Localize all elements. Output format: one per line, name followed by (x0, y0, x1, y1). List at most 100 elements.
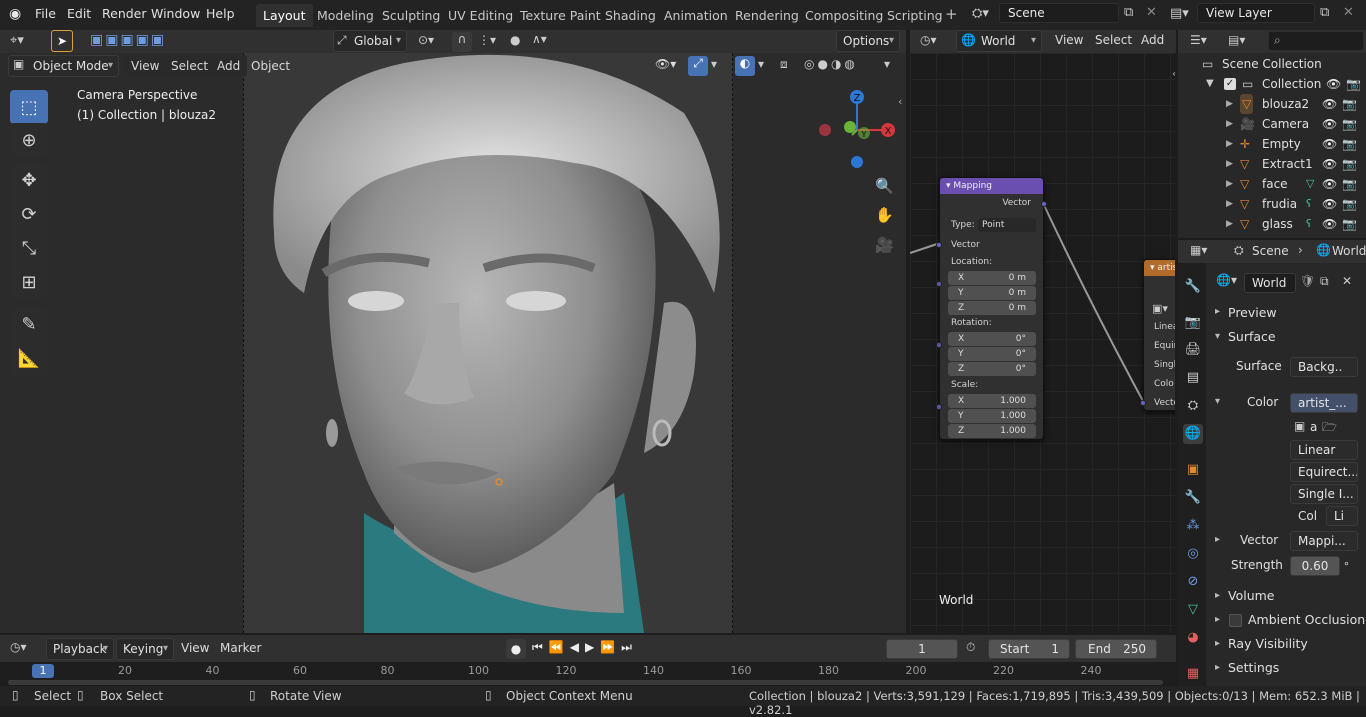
outliner-search-input[interactable] (1268, 31, 1364, 51)
projection-dropdown[interactable]: Equirect... (1290, 462, 1358, 482)
expand-arrow-icon[interactable]: ▶ (1226, 134, 1233, 154)
ray-visibility-expand-icon[interactable]: ▸ (1215, 638, 1220, 649)
output-tab-icon[interactable]: 🖨 (1183, 340, 1203, 360)
tab-shading[interactable]: Shading (598, 4, 663, 27)
outliner-row-face[interactable]: ▶ ▽ face ▽ 👁 📷 (0, 174, 1357, 194)
menu-help[interactable]: Help (206, 6, 235, 21)
expand-arrow-icon[interactable]: ▶ (1226, 194, 1233, 214)
viewport-menu-add[interactable]: Add (210, 55, 248, 77)
outliner-row-camera[interactable]: ▶ 🎥 Camera 👁 📷 (0, 114, 1357, 134)
image-node-row[interactable]: Equir (1154, 341, 1175, 351)
gizmo-dropdown-icon[interactable]: ▾ (711, 57, 717, 71)
image-browse-icon[interactable]: ▣ (1294, 419, 1305, 433)
display-mode-icon[interactable]: ▤▾ (1228, 33, 1245, 47)
node-menu-select[interactable]: Select (1095, 33, 1132, 47)
data-tab-icon[interactable]: ▽ (1183, 600, 1203, 620)
tab-layout[interactable]: Layout (256, 4, 313, 27)
blender-logo-icon[interactable]: ◉ (9, 6, 21, 22)
eye-icon[interactable]: 👁 (1322, 114, 1337, 134)
duplicate-scene-icon[interactable]: ⧉ (1124, 5, 1133, 20)
object-tab-icon[interactable]: ▣ (1183, 460, 1203, 480)
eye-icon[interactable]: 👁 (1322, 174, 1337, 194)
node-menu-view[interactable]: View (1055, 33, 1083, 47)
image-node-header[interactable]: ▾ artis (1144, 260, 1175, 276)
interpolation-dropdown[interactable]: Linear (1290, 440, 1358, 460)
menu-file[interactable]: File (35, 6, 56, 21)
sidebar-toggle-icon[interactable]: ‹ (898, 95, 902, 108)
properties-type-icon[interactable]: ▦▾ (1190, 243, 1207, 257)
scale-x-field[interactable]: X 1.000 (948, 394, 1036, 408)
image-browse-icon[interactable]: ▣▾ (1152, 302, 1168, 315)
render-tab-icon[interactable]: 📷 (1183, 313, 1203, 333)
particles-tab-icon[interactable]: ⁂ (1183, 516, 1203, 536)
settings-panel-header[interactable]: Settings (1228, 660, 1279, 675)
ao-checkbox[interactable] (1229, 614, 1242, 627)
shading-mode-icons[interactable]: ◎●◑◍ (804, 57, 858, 71)
camera-render-icon[interactable]: 📷 (1342, 94, 1357, 114)
rotation-socket[interactable] (936, 342, 942, 348)
eye-icon[interactable]: 👁 (1322, 94, 1337, 114)
shading-dropdown-icon[interactable]: ▾ (884, 57, 890, 71)
world-breadcrumb[interactable]: World (1332, 244, 1366, 258)
preview-expand-icon[interactable]: ▸ (1215, 306, 1220, 317)
view-layer-field[interactable]: View Layer (1197, 3, 1315, 23)
image-name-field[interactable]: a (1310, 420, 1317, 434)
vector-expand-icon[interactable]: ▸ (1215, 534, 1220, 545)
snap-target-icon[interactable]: ⋮▾ (478, 33, 496, 47)
select-tool-icon[interactable]: ➤ (51, 30, 73, 52)
mode-dropdown[interactable]: Object Mode (8, 55, 119, 77)
fake-user-icon[interactable]: 🛡 (1300, 274, 1315, 288)
view-layer-icon[interactable]: ▤▾ (1170, 6, 1189, 21)
scene-collection-row[interactable]: ▭ Scene Collection (1180, 54, 1366, 74)
timeline-type-icon[interactable]: ◷▾ (10, 640, 27, 654)
world-browse-icon[interactable]: 🌐▾ (1216, 273, 1237, 287)
outliner-row-empty[interactable]: ▶ ✛ Empty 👁 📷 (0, 134, 1357, 154)
viewport-menu-object[interactable]: Object (244, 55, 297, 77)
duplicate-layer-icon[interactable]: ⧉ (1320, 5, 1329, 20)
location-z-field[interactable]: Z 0 m (948, 301, 1036, 315)
camera-render-icon[interactable]: 📷 (1342, 174, 1357, 194)
tool-tab-icon[interactable]: 🔧 (1183, 277, 1203, 297)
image-node-row[interactable]: Linea (1154, 322, 1175, 332)
tab-modeling[interactable]: Modeling (310, 4, 381, 27)
tab-sculpting[interactable]: Sculpting (375, 4, 447, 27)
playback-controls-icons[interactable]: ⏮⏪◀▶⏩⏭ (532, 640, 638, 655)
proportional-edit-icon[interactable]: ● (510, 33, 520, 47)
viewport-menu-view[interactable]: View (124, 55, 167, 77)
node-menu-add[interactable]: Add (1141, 33, 1164, 47)
surface-shader-field[interactable]: Backg.. (1290, 357, 1358, 377)
mapping-vector-socket[interactable] (936, 242, 942, 248)
tab-compositing[interactable]: Compositing (798, 4, 890, 27)
expand-arrow-icon[interactable]: ▶ (1226, 174, 1233, 194)
rotation-x-field[interactable]: X 0° (948, 332, 1036, 346)
modifier-tab-icon[interactable]: 🔧 (1183, 488, 1203, 508)
outliner-row-extract1[interactable]: ▶ ▽ Extract1 👁 📷 (0, 154, 1357, 174)
tab-texture-paint[interactable]: Texture Paint (513, 4, 608, 27)
timeline-scrollbar[interactable] (8, 680, 1163, 685)
settings-expand-icon[interactable]: ▸ (1215, 662, 1220, 673)
scale-tool[interactable]: ⤡ (10, 231, 48, 265)
tab-uv-editing[interactable]: UV Editing (441, 4, 520, 27)
location-x-field[interactable]: X 0 m (948, 271, 1036, 285)
camera-render-icon[interactable]: 📷 (1342, 214, 1357, 234)
menu-edit[interactable]: Edit (67, 6, 91, 21)
modifier-icon[interactable]: ▽ (1306, 174, 1314, 194)
rotation-y-field[interactable]: Y 0° (948, 347, 1036, 361)
texture-tab-icon[interactable]: ▦ (1183, 664, 1203, 684)
preview-panel-header[interactable]: Preview (1228, 305, 1277, 320)
expand-arrow-icon[interactable]: ▶ (1226, 94, 1233, 114)
eye-icon[interactable]: 👁 (1326, 74, 1341, 94)
expand-arrow-icon[interactable]: ▼ (1206, 74, 1214, 94)
tab-animation[interactable]: Animation (657, 4, 735, 27)
scene-tab-icon[interactable]: ⛭ (1183, 396, 1203, 416)
timeline-menu-marker[interactable]: Marker (220, 641, 261, 655)
falloff-icon[interactable]: ∧▾ (532, 32, 547, 46)
location-y-field[interactable]: Y 0 m (948, 286, 1036, 300)
menu-render[interactable]: Render (102, 6, 147, 21)
pivot-icon[interactable]: ⊙▾ (418, 33, 434, 47)
image-open-icon[interactable]: 🗁 (1322, 418, 1337, 439)
scene-browse-icon[interactable]: ⛭▾ (972, 6, 989, 21)
menu-window[interactable]: Window (151, 6, 200, 21)
start-frame-field[interactable]: Start 1 (988, 639, 1070, 659)
scene-name-field[interactable]: Scene (999, 3, 1119, 23)
